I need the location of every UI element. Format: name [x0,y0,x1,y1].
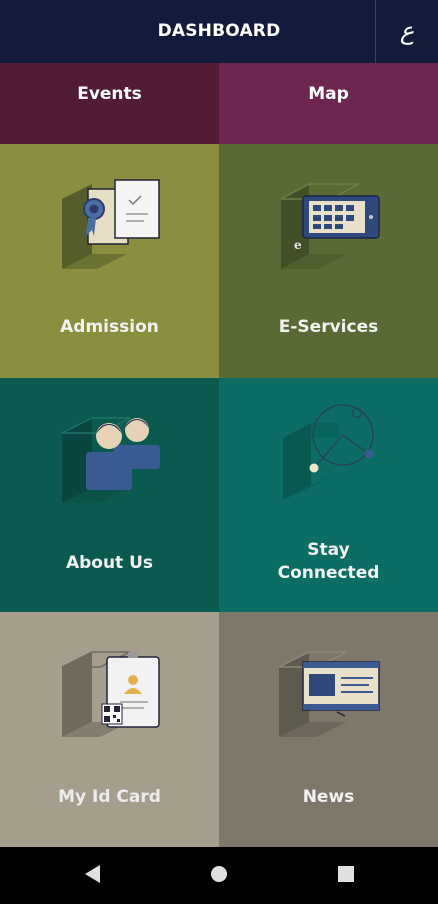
events-button[interactable]: Events [0,63,219,144]
app-header: DASHBOARD ع [0,0,438,63]
news-label: News [302,787,355,807]
recents-icon [338,866,354,882]
home-button[interactable] [189,847,249,900]
map-button[interactable]: Map [219,63,438,144]
back-icon [85,865,100,883]
eservices-tile[interactable]: e E-Services [219,144,438,378]
certificate-icon [62,179,160,269]
stay-connected-tile[interactable]: Stay Connected [219,378,438,612]
system-navigation-bar [0,847,438,900]
page-title: DASHBOARD [157,21,281,41]
admission-label: Admission [60,317,159,337]
news-tile[interactable]: News [219,612,438,847]
about-us-label: About Us [65,553,154,573]
my-id-card-label: My Id Card [58,787,161,807]
back-button[interactable] [62,847,122,900]
e-services-card-icon: e [280,183,380,269]
language-toggle-button[interactable]: ع [376,0,438,63]
recents-button[interactable] [316,847,376,900]
map-label: Map [308,84,349,104]
network-icon [283,404,374,500]
my-id-card-tile[interactable]: My Id Card [0,612,219,847]
stay-connected-label: Stay Connected [219,539,438,585]
eservices-label: E-Services [278,317,379,337]
stay-connected-label-line2: Connected [277,563,380,583]
home-icon [211,866,227,882]
events-label: Events [77,84,142,104]
news-screen-icon [278,651,380,737]
admission-tile[interactable]: Admission [0,144,219,378]
id-card-icon [61,651,160,737]
svg-text:e: e [294,238,302,252]
people-icon [61,417,160,503]
about-us-tile[interactable]: About Us [0,378,219,612]
stay-connected-label-line1: Stay [307,540,350,560]
